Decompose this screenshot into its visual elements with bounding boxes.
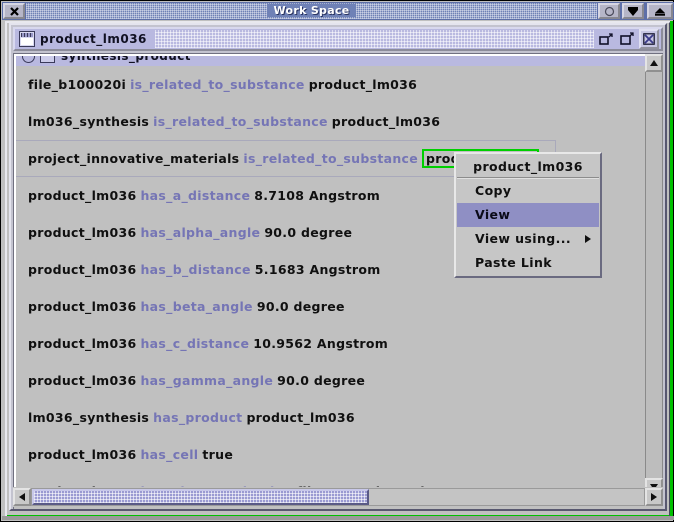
context-menu-item-label: View bbox=[475, 207, 511, 222]
statement-object[interactable]: 10.9562 Angstrom bbox=[251, 335, 390, 352]
scroll-right-button[interactable] bbox=[645, 488, 663, 506]
workspace-title: Work Space bbox=[26, 3, 597, 19]
statement-subject[interactable]: lm036_synthesis bbox=[26, 409, 151, 426]
vertical-scroll-track[interactable] bbox=[645, 72, 663, 478]
tree-expand-toggle-icon[interactable] bbox=[22, 56, 35, 63]
statement-object[interactable]: 90.0 degree bbox=[275, 372, 367, 389]
statement-row[interactable]: product_lm036 has_cell true bbox=[16, 436, 646, 473]
context-menu-item-label: Paste Link bbox=[475, 255, 552, 270]
context-menu: product_lm036 Copy View View using... Paste… bbox=[454, 152, 602, 278]
statement-predicate[interactable]: has_c_distance bbox=[138, 335, 251, 352]
restore-icon bbox=[599, 33, 613, 45]
horizontal-scroll-track[interactable] bbox=[31, 488, 645, 506]
context-menu-item-label: Copy bbox=[475, 183, 512, 198]
statement-subject[interactable]: product_lm036 bbox=[26, 298, 138, 315]
horizontal-scrollbar[interactable] bbox=[13, 487, 663, 507]
statement-predicate[interactable]: has_b_distance bbox=[138, 261, 252, 278]
product-window-title: product_lm036 bbox=[40, 32, 147, 46]
statement-object[interactable]: 5.1683 Angstrom bbox=[253, 261, 383, 278]
scroll-up-button[interactable] bbox=[645, 54, 663, 72]
statement-object[interactable]: true bbox=[200, 446, 235, 463]
statement-list: file_b100020i is_related_to_substance prod… bbox=[16, 66, 646, 496]
statement-subject[interactable]: file_b100020i bbox=[26, 76, 128, 93]
window-content: synthesis_product file_b100020i is_relate… bbox=[13, 53, 663, 509]
workspace-minimize-button[interactable] bbox=[598, 3, 620, 19]
statement-predicate[interactable]: has_beta_angle bbox=[138, 298, 254, 315]
statement-row[interactable]: product_lm036 has_gamma_angle 90.0 degree bbox=[16, 362, 646, 399]
context-menu-header: product_lm036 bbox=[457, 155, 599, 179]
statement-row[interactable]: file_b100020i is_related_to_substance prod… bbox=[16, 66, 646, 103]
horizontal-scroll-thumb[interactable] bbox=[32, 489, 369, 505]
arrow-left-icon bbox=[19, 493, 25, 501]
submenu-arrow-icon bbox=[585, 235, 591, 243]
statement-predicate[interactable]: is_related_to_substance bbox=[241, 150, 420, 167]
statement-subject[interactable]: product_lm036 bbox=[26, 224, 138, 241]
product-window-titlebar: product_lm036 bbox=[13, 27, 663, 51]
context-menu-item[interactable]: View using... bbox=[457, 227, 599, 251]
statement-predicate[interactable]: is_related_to_substance bbox=[151, 113, 330, 130]
statement-subject[interactable]: product_lm036 bbox=[26, 446, 138, 463]
statement-predicate[interactable]: is_related_to_substance bbox=[128, 76, 307, 93]
statement-row[interactable]: lm036_synthesis has_product product_lm036 bbox=[16, 399, 646, 436]
product-window-close-button[interactable] bbox=[639, 29, 659, 49]
statement-predicate[interactable]: has_alpha_angle bbox=[138, 224, 262, 241]
statement-subject[interactable]: product_lm036 bbox=[26, 372, 138, 389]
product-window-restore-button[interactable] bbox=[597, 30, 615, 48]
statement-predicate[interactable]: has_a_distance bbox=[138, 187, 252, 204]
statement-subject[interactable]: project_innovative_materials bbox=[26, 150, 241, 167]
workspace-close-button[interactable] bbox=[3, 3, 25, 19]
statement-object[interactable]: product_lm036 bbox=[244, 409, 356, 426]
circle-icon bbox=[604, 6, 614, 16]
statement-row[interactable]: product_lm036 has_c_distance 10.9562 Angst… bbox=[16, 325, 646, 362]
triangle-down-icon bbox=[628, 6, 638, 16]
tree-row-label: synthesis_product bbox=[61, 54, 191, 63]
tree-row-synthesis-product[interactable]: synthesis_product bbox=[16, 54, 646, 66]
context-menu-item[interactable]: Paste Link bbox=[457, 251, 599, 275]
tree-node-checkbox[interactable] bbox=[40, 56, 55, 63]
statement-predicate[interactable]: has_product bbox=[151, 409, 244, 426]
statement-row[interactable]: lm036_synthesis is_related_to_substance pr… bbox=[16, 103, 646, 140]
workspace-raise-button[interactable] bbox=[647, 3, 673, 19]
context-menu-item[interactable]: View bbox=[457, 203, 599, 227]
statement-subject[interactable]: product_lm036 bbox=[26, 261, 138, 278]
statement-object[interactable]: product_lm036 bbox=[330, 113, 442, 130]
statement-predicate[interactable]: has_cell bbox=[138, 446, 200, 463]
statement-object[interactable]: 90.0 degree bbox=[255, 298, 347, 315]
desktop-bottom-strip bbox=[2, 516, 674, 520]
statement-subject[interactable]: product_lm036 bbox=[26, 187, 138, 204]
triangle-up-icon bbox=[655, 7, 665, 16]
close-icon bbox=[9, 6, 19, 16]
statement-predicate[interactable]: has_gamma_angle bbox=[138, 372, 275, 389]
statement-subject[interactable]: lm036_synthesis bbox=[26, 113, 151, 130]
statement-subject[interactable]: product_lm036 bbox=[26, 335, 138, 352]
close-icon bbox=[643, 33, 655, 45]
context-menu-item-label: View using... bbox=[475, 231, 572, 246]
product-window-maximize-button[interactable] bbox=[618, 30, 636, 48]
desktop-root: Work Space product_lm036 synthesis_produ… bbox=[0, 0, 674, 522]
titlebar-drag-area[interactable] bbox=[154, 30, 594, 48]
workspace-titlebar: Work Space bbox=[2, 2, 674, 20]
statement-row[interactable]: product_lm036 has_beta_angle 90.0 degree bbox=[16, 288, 646, 325]
arrow-up-icon bbox=[650, 60, 658, 66]
active-window-highlight-right bbox=[670, 21, 673, 519]
context-menu-item[interactable]: Copy bbox=[457, 179, 599, 203]
scroll-left-button[interactable] bbox=[13, 488, 31, 506]
arrow-right-icon bbox=[651, 493, 657, 501]
statement-object[interactable]: product_lm036 bbox=[307, 76, 419, 93]
maximize-icon bbox=[620, 32, 634, 45]
window-menu-icon[interactable] bbox=[19, 31, 35, 47]
workspace-title-area: Work Space bbox=[26, 3, 597, 19]
statement-object[interactable]: 8.7108 Angstrom bbox=[252, 187, 382, 204]
vertical-scrollbar[interactable] bbox=[645, 54, 663, 496]
workspace-lower-button[interactable] bbox=[622, 3, 644, 19]
statement-object[interactable]: 90.0 degree bbox=[262, 224, 354, 241]
